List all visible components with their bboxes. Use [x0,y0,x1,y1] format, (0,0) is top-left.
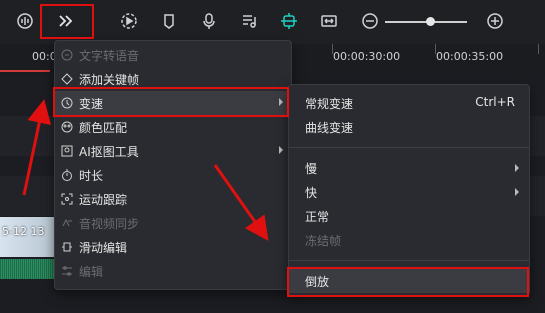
menu-item-motion-tracking[interactable]: 运动跟踪 [55,187,291,211]
submenu-item-freeze-frame: 冻结帧 [305,234,342,248]
ai-split-icon[interactable] [278,10,300,32]
clip-timestamp: 5-12 13 [2,225,45,238]
highlight-box-speed [53,87,289,117]
menu-divider [289,147,529,148]
person-cutout-icon [61,145,73,157]
zoom-in-icon[interactable] [484,10,506,32]
shortcut-label: Ctrl+R [475,95,515,109]
menu-item-slide-edit[interactable]: 滑动编辑 [55,235,291,259]
submenu-item-normal-speed[interactable]: 常规变速 Ctrl+R [289,91,529,115]
music-note-icon[interactable] [238,10,260,32]
av-sync-icon [61,217,73,229]
menu-item-duration[interactable]: 时长 [55,163,291,187]
submenu-item-curve-speed[interactable]: 曲线变速 [289,115,529,139]
menu-item-text-to-speech: 文字转语音 [55,43,291,67]
video-clip[interactable]: 5-12 13 [0,217,56,257]
slide-edit-icon [61,241,73,253]
zoom-slider-handle[interactable] [426,17,435,26]
menu-divider [289,260,529,261]
palette-icon [61,121,73,133]
menu-item-color-match[interactable]: 颜色匹配 [55,115,291,139]
zoom-out-icon[interactable] [359,10,381,32]
clip-context-menu: 文字转语音 添加关键帧 变速 颜色匹配 AI抠图工具 时长 运动跟踪 音视频同步… [54,40,292,290]
motion-tracking-icon [61,193,73,205]
marker-icon[interactable] [158,10,180,32]
highlight-box-more [40,4,94,39]
timecode-30s: 00:00:30:00 [333,50,401,63]
keyframe-icon [61,73,73,85]
speed-submenu: 常规变速 Ctrl+R 曲线变速 慢 快 正常 冻结帧 倒放 [288,84,530,296]
audio-waveform-icon[interactable] [14,10,36,32]
submenu-arrow-icon [515,164,519,172]
playhead-range [0,70,50,72]
submenu-arrow-icon [515,188,519,196]
menu-item-av-sync: 音视频同步 [55,211,291,235]
highlight-box-reverse [287,267,529,297]
fit-icon[interactable] [318,10,340,32]
text-speech-icon [61,49,73,61]
menu-item-ai-cutout[interactable]: AI抠图工具 [55,139,291,163]
menu-item-edit: 编辑 [55,259,291,283]
submenu-item-fast[interactable]: 快 [289,180,529,204]
submenu-item-slow[interactable]: 慢 [289,156,529,180]
submenu-arrow-icon [279,146,283,154]
timecode-left: 00:0 [32,50,57,63]
submenu-item-normal[interactable]: 正常 [289,204,529,228]
play-circle-icon[interactable] [118,10,140,32]
timecode-35s: 00:00:35:00 [436,50,504,63]
audio-waveform[interactable] [0,259,56,279]
microphone-icon[interactable] [198,10,220,32]
edit-sliders-icon [61,265,73,277]
timer-icon [61,169,73,181]
